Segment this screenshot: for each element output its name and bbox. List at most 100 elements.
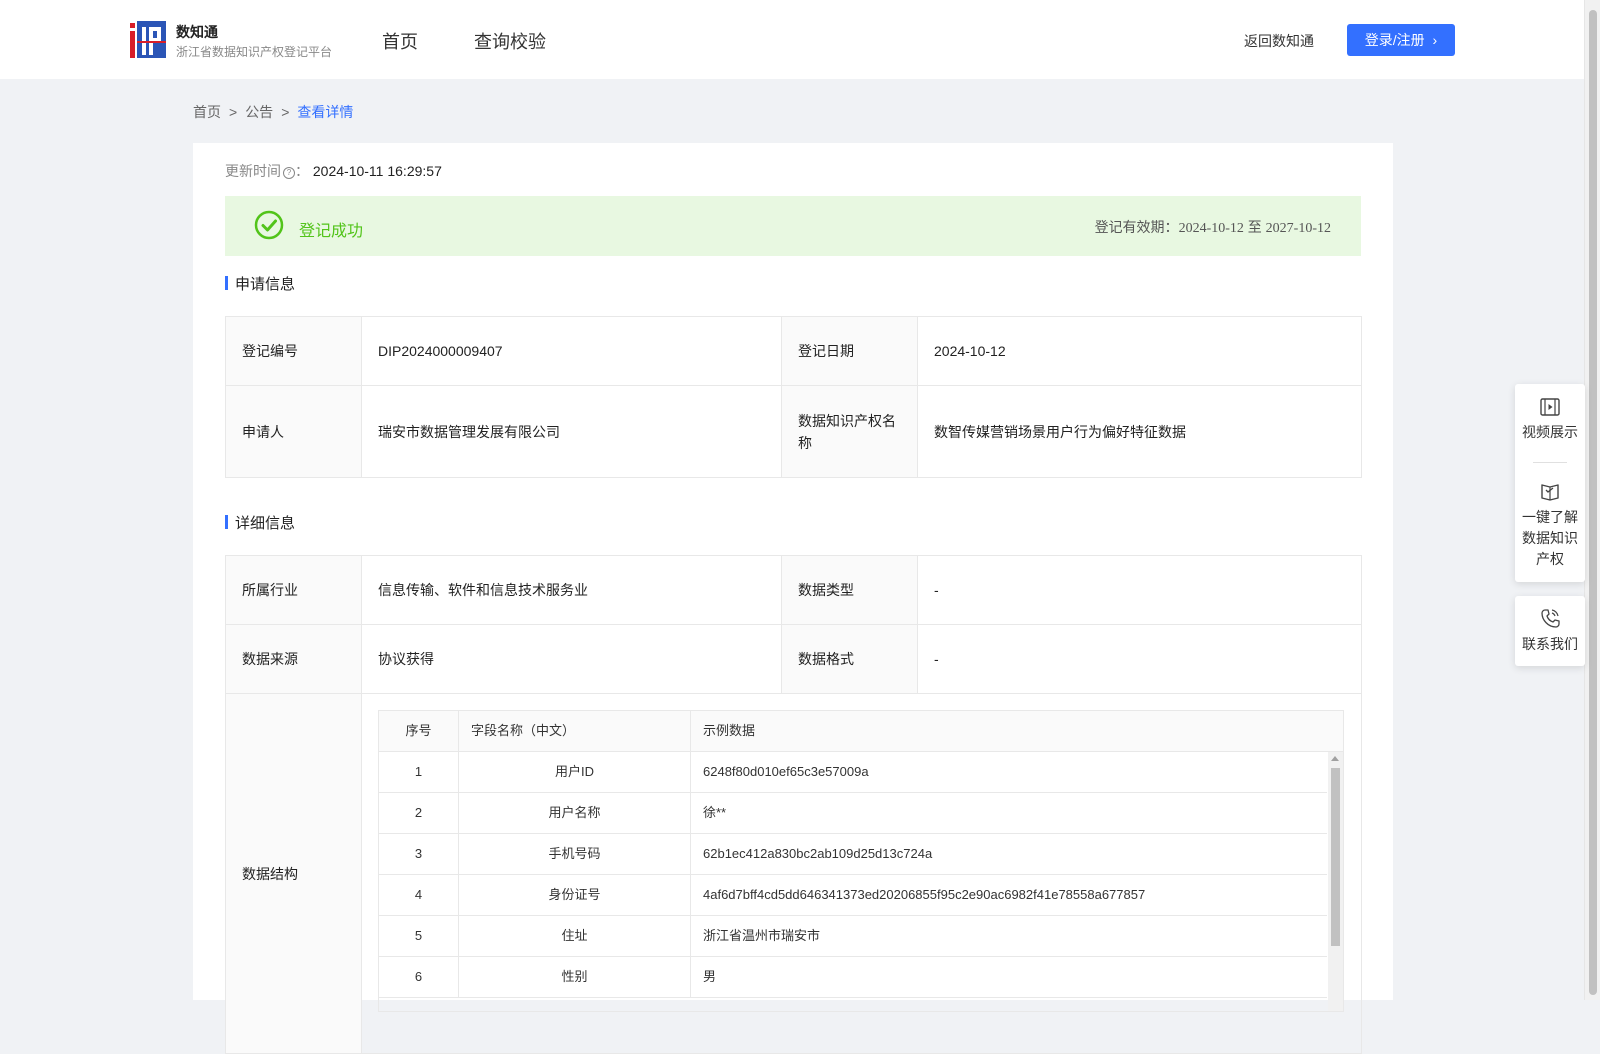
fields-table-header: 序号 字段名称（中文） 示例数据 [379,711,1343,752]
contact-us-label: 联系我们 [1522,636,1578,652]
row-index: 4 [379,875,459,915]
data-type-label: 数据类型 [781,555,918,625]
table-row: 申请人 瑞安市数据管理发展有限公司 数据知识产权名称 数智传媒营销场景用户行为偏… [225,385,1362,478]
table-row: 登记编号 DIP2024000009407 登记日期 2024-10-12 [225,316,1362,386]
row-field-name: 用户ID [459,752,691,792]
row-sample: 6248f80d010ef65c3e57009a [703,764,869,779]
side-panel-contact: 联系我们 [1515,596,1585,666]
row-field-name: 用户名称 [459,793,691,833]
table-row: 数据来源 协议获得 数据格式 - [225,624,1362,694]
book-icon [1541,484,1559,501]
row-sample: 男 [703,969,717,984]
login-button-label: 登录/注册 [1364,32,1425,48]
learn-ip-label-line1: 一键了解 [1522,509,1578,525]
status-label: 登记成功 [299,223,364,240]
data-type-value: - [917,555,1362,625]
detail-card: 更新时间?： 2024-10-11 16:29:57 登记成功 登记有效期：20… [193,143,1393,1054]
side-panel-top: 视频展示 一键了解 数据知识 产权 [1515,384,1585,582]
validity-start: 2024-10-12 [1178,221,1244,236]
row-field-name: 身份证号 [459,875,691,915]
section-title-application: 申请信息 [225,273,295,294]
breadcrumb-notice[interactable]: 公告 [245,104,273,120]
fields-table-scrollbar[interactable] [1328,752,1343,1011]
fields-table: 序号 字段名称（中文） 示例数据 1 用户ID 6248f80d010ef65c… [378,710,1344,1012]
industry-value: 信息传输、软件和信息技术服务业 [361,555,782,625]
breadcrumb-home[interactable]: 首页 [193,104,221,120]
row-sample: 4af6d7bff4cd5dd646341373ed20206855f95c2e… [703,887,1146,902]
chevron-right-icon: › [1432,32,1438,48]
reg-no-label: 登记编号 [225,316,362,386]
source-value: 协议获得 [361,624,782,694]
detail-info-table: 所属行业 信息传输、软件和信息技术服务业 数据类型 - 数据来源 协议获得 数据… [225,555,1362,1054]
learn-ip-button[interactable]: 一键了解 数据知识 产权 [1515,463,1585,570]
ip-name-value: 数智传媒营销场景用户行为偏好特征数据 [917,385,1362,478]
row-field-name: 住址 [459,916,691,956]
breadcrumb-separator: > [229,104,238,120]
breadcrumb-current: 查看详情 [297,104,354,120]
validity-to: 至 [1247,219,1262,235]
reg-no-value: DIP2024000009407 [361,316,782,386]
row-index: 1 [379,752,459,792]
top-header: 数知通 浙江省数据知识产权登记平台 首页 查询校验 返回数知通 登录/注册 › [0,0,1584,79]
format-label: 数据格式 [781,624,918,694]
back-to-shuzhitong-link[interactable]: 返回数知通 [1244,31,1314,51]
validity-period: 登记有效期：2024-10-12 至 2027-10-12 [1095,217,1331,237]
breadcrumb-separator: > [281,104,290,120]
table-row: 6 性别 男 [379,957,1327,998]
update-time-colon: ： [295,163,309,179]
col-header-index: 序号 [379,711,459,751]
contact-us-button[interactable]: 联系我们 [1515,596,1585,655]
nav-query-verify[interactable]: 查询校验 [474,28,546,54]
check-circle-icon [254,210,284,240]
format-value: - [917,624,1362,694]
page-scrollbar[interactable] [1584,0,1600,1000]
update-time-value: 2024-10-11 16:29:57 [312,163,442,179]
row-sample: 62b1ec412a830bc2ab109d25d13c724a [703,846,933,861]
table-row: 所属行业 信息传输、软件和信息技术服务业 数据类型 - [225,555,1362,625]
applicant-label: 申请人 [225,385,362,478]
logo-icon[interactable] [130,21,166,58]
video-showcase-button[interactable]: 视频展示 [1515,384,1585,462]
logo-title: 数知通 [176,24,218,40]
page-scrollbar-thumb[interactable] [1589,10,1597,995]
row-sample: 徐** [703,805,727,820]
scroll-up-arrow-icon[interactable] [1331,756,1339,761]
video-icon [1540,398,1560,416]
nav-home[interactable]: 首页 [382,28,418,54]
validity-label: 登记有效期： [1094,219,1179,235]
learn-ip-label-line3: 产权 [1536,551,1564,567]
row-index: 2 [379,793,459,833]
ip-name-label: 数据知识产权名称 [781,385,918,478]
row-index: 6 [379,957,459,997]
row-index: 3 [379,834,459,874]
phone-icon [1541,609,1560,628]
status-banner: 登记成功 登记有效期：2024-10-12 至 2027-10-12 [225,196,1361,256]
breadcrumb: 首页 > 公告 > 查看详情 [193,102,353,122]
row-sample: 浙江省温州市瑞安市 [703,928,821,943]
industry-label: 所属行业 [225,555,362,625]
row-field-name: 性别 [459,957,691,997]
table-row: 3 手机号码 62b1ec412a830bc2ab109d25d13c724a [379,834,1327,875]
table-row: 2 用户名称 徐** [379,793,1327,834]
table-row: 5 住址 浙江省温州市瑞安市 [379,916,1327,957]
fields-table-scrollbar-thumb[interactable] [1331,768,1340,946]
applicant-value: 瑞安市数据管理发展有限公司 [361,385,782,478]
video-showcase-label: 视频展示 [1522,424,1578,440]
validity-end: 2027-10-12 [1265,221,1331,236]
table-row: 4 身份证号 4af6d7bff4cd5dd646341373ed2020685… [379,875,1327,916]
reg-date-label: 登记日期 [781,316,918,386]
row-index: 5 [379,916,459,956]
section-title-detail: 详细信息 [225,512,295,533]
col-header-field-name: 字段名称（中文） [459,711,691,751]
learn-ip-label-line2: 数据知识 [1522,530,1578,546]
reg-date-value: 2024-10-12 [917,316,1362,386]
table-row: 1 用户ID 6248f80d010ef65c3e57009a [379,752,1327,793]
update-time-row: 更新时间?： 2024-10-11 16:29:57 [225,161,442,181]
logo-subtitle: 浙江省数据知识产权登记平台 [176,45,333,59]
source-label: 数据来源 [225,624,362,694]
help-icon[interactable]: ? [283,167,295,179]
row-field-name: 手机号码 [459,834,691,874]
application-info-table: 登记编号 DIP2024000009407 登记日期 2024-10-12 申请… [225,316,1362,478]
login-register-button[interactable]: 登录/注册 › [1347,24,1455,56]
col-header-sample: 示例数据 [703,723,756,738]
